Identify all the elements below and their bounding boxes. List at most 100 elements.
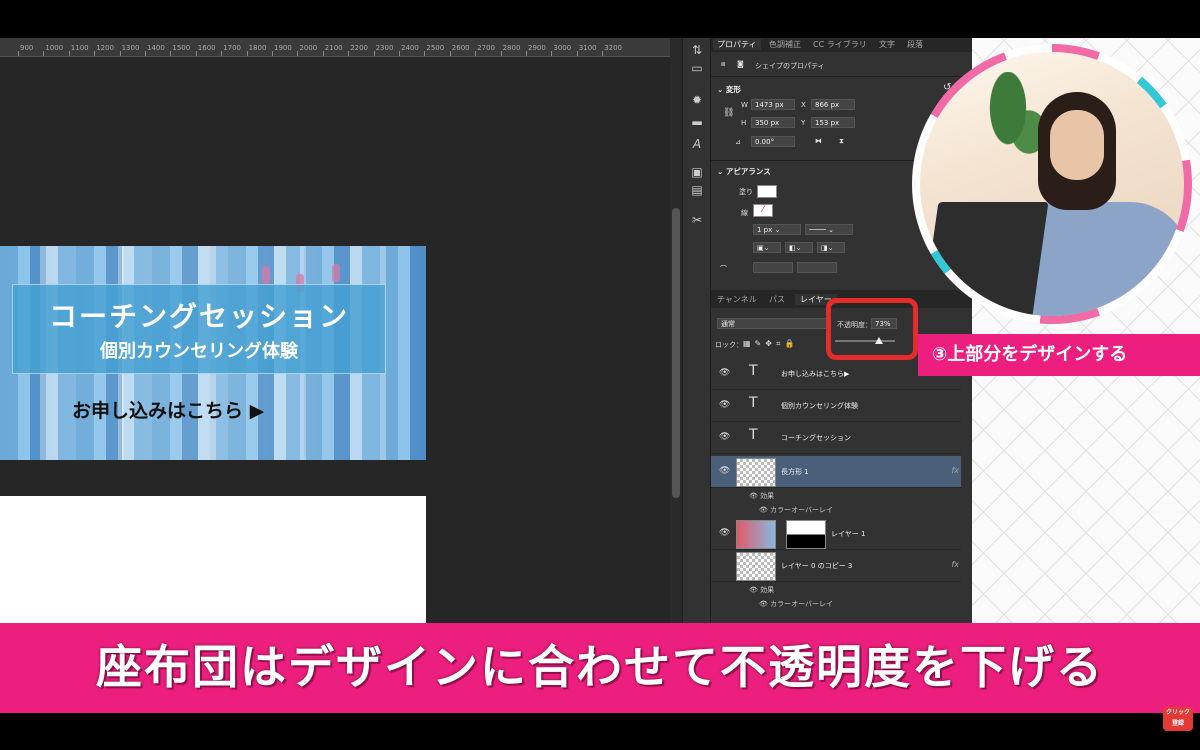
panel-icon-column: ⇅ ▭ ✹ ▂ A ▣ ▤ ✂ [682,38,711,623]
banner-image[interactable]: コーチングセッション 個別カウンセリング体験 お申し込みはこちら ▶ [0,246,426,460]
layer-name: 長方形 1 [781,468,809,476]
height-field[interactable]: 350 px [751,117,795,128]
stroke-align-select[interactable]: ▣⌄ [753,242,781,253]
fx-badge[interactable]: fx [951,466,959,475]
h-label: H [741,119,747,127]
history-icon[interactable]: ⇅ [689,42,705,58]
visibility-eye-icon[interactable]: 👁 [719,466,730,476]
layer-row[interactable]: 👁 T 個別カウンセリング体験 [711,390,961,422]
text-layer-icon: T [749,427,758,443]
ruler-tick-mark [18,51,19,56]
x-field[interactable]: 866 px [811,99,855,110]
notes-icon[interactable]: ▤ [689,182,705,198]
person-face [1050,110,1104,180]
tab-channels[interactable]: チャンネル [717,294,757,305]
mask-icon: ◙ [737,60,744,68]
stroke-width-value: 1 px [757,226,773,234]
banner-subtitle: 個別カウンセリング体験 [100,341,298,362]
character-icon[interactable]: A [689,136,705,152]
subscribe-button[interactable]: クリック 登録 [1163,707,1193,731]
effects-label-text: 効果 [760,492,775,500]
visibility-eye-icon[interactable]: 👁 [719,368,730,378]
w-label: W [741,101,748,109]
fx-badge[interactable]: fx [951,560,959,569]
ruler-tick-mark [373,51,375,56]
stroke-style-select[interactable]: ──── ⌄ [805,224,853,235]
stroke-cap-select[interactable]: ◧⌄ [785,242,813,253]
link-icon[interactable]: ⛓ [723,108,734,118]
effect-item[interactable]: 👁 カラーオーバーレイ [759,505,833,515]
tools-icon[interactable]: ✂ [689,212,705,228]
ruler-tick-mark [43,51,45,56]
ruler-tick-label: 2800 [502,44,521,52]
shape-icon: ⧈ [721,60,726,68]
comment-icon[interactable]: ▭ [689,60,705,76]
tab-paths[interactable]: パス [769,294,785,305]
transform-section[interactable]: ⌄ 変形 [717,84,741,95]
ruler-tick-mark [68,51,70,56]
tab-cc-libraries[interactable]: CC ライブラリ [813,39,867,50]
ruler-tick-label: 2400 [401,44,419,52]
layer-name: コーチングセッション [781,434,851,442]
flip-vertical-icon[interactable]: ⧗ [839,137,844,146]
corner-radius-icon: ⌒ [720,265,727,273]
ruler-tick-mark [145,51,146,56]
image-thumbnail [736,552,776,581]
tab-adjustments[interactable]: 色調補正 [769,39,801,50]
visibility-eye-icon[interactable]: 👁 [719,528,730,538]
scroll-thumb[interactable] [672,208,680,498]
stroke-width-field[interactable]: 1 px ⌄ [753,224,801,235]
transform-section-label: 変形 [725,85,741,94]
top-black-bar [0,0,1200,38]
document-canvas[interactable]: 900 1000 1100 1200 1300 1400 1500 1600 1700 1800 1… [0,38,670,623]
adjustments-icon[interactable]: ✹ [689,92,705,108]
layer-row[interactable]: 👁 レイヤー 1 [711,518,961,550]
histogram-icon[interactable]: ▂ [689,110,705,126]
libraries-icon[interactable]: ▣ [689,164,705,180]
stroke-corner-select[interactable]: ◨⌄ [817,242,845,253]
visibility-eye-icon[interactable]: 👁 [719,400,730,410]
stroke-swatch[interactable]: ⁄ [753,204,773,217]
ruler-tick-label: 1200 [96,44,115,52]
layer-name: 個別カウンセリング体験 [781,402,858,410]
y-field[interactable]: 153 px [811,117,855,128]
ruler-tick-label: 2700 [477,44,496,52]
ruler-tick-mark [170,51,172,56]
ruler-tick-label: 2900 [528,44,546,52]
layer-name: レイヤー 0 のコピー 3 [781,562,853,570]
horizontal-ruler: 900 1000 1100 1200 1300 1400 1500 1600 1700 1800 1… [0,38,670,57]
ruler-tick-mark [576,51,578,56]
angle-field[interactable]: 0.00° [751,136,795,147]
ruler-tick-label: 2300 [375,44,394,52]
flip-horizontal-icon[interactable]: ⧓ [815,137,822,145]
corner-radius-field-2[interactable] [797,262,837,273]
visibility-eye-icon[interactable]: 👁 [719,432,730,442]
tab-character[interactable]: 文字 [879,39,895,50]
tab-paragraph[interactable]: 段落 [907,39,923,50]
fill-swatch[interactable] [757,185,777,198]
effect-item[interactable]: 👁 カラーオーバーレイ [759,599,833,609]
laptop [921,202,1049,316]
blend-mode-select[interactable]: 通常 [717,318,829,329]
width-field[interactable]: 1473 px [751,99,795,110]
ruler-tick-label: 2200 [350,44,369,52]
ruler-tick-mark [297,51,299,56]
ruler-tick-label: 2000 [299,44,318,52]
layer-row-selected[interactable]: 👁 長方形 1 fx [711,456,961,488]
layer-row[interactable]: 👁 T コーチングセッション [711,422,961,454]
ruler-tick-label: 2100 [324,44,343,52]
shape-props-label: シェイプのプロパティ [755,62,825,70]
document-white-area [0,496,426,623]
lock-icons[interactable]: ▦✎✥⌗🔒 [743,339,798,349]
canvas-scrollbar[interactable] [670,38,682,623]
bottom-black-bar [0,713,1200,750]
corner-radius-field[interactable] [753,262,793,273]
ruler-tick-mark [399,51,400,56]
properties-tabs: プロパティ 色調補正 CC ライブラリ 文字 段落 [711,38,973,52]
tab-properties[interactable]: プロパティ [713,39,761,50]
ruler-tick-mark [119,51,121,56]
layer-row[interactable]: レイヤー 0 のコピー 3 fx [711,550,961,582]
appearance-section[interactable]: ⌄ アピアランス [717,166,771,177]
step-label: ③上部分をデザインする [918,334,1200,376]
y-label: Y [801,119,806,127]
